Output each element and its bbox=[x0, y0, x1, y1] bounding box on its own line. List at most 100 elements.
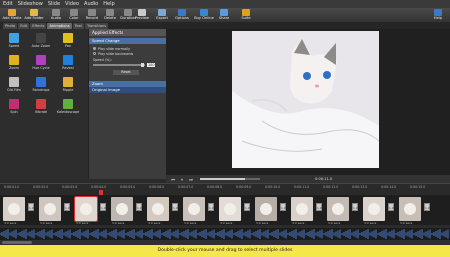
slide-thumbnail[interactable] bbox=[219, 197, 241, 221]
effect-pan[interactable]: Pan bbox=[57, 32, 79, 52]
toolbar-record-button[interactable]: Record bbox=[82, 8, 102, 22]
toolbar-help-button[interactable]: Help bbox=[428, 8, 448, 22]
tab-animations[interactable]: Animations bbox=[47, 22, 72, 29]
radio-icon[interactable] bbox=[93, 52, 96, 55]
slide-thumbnail[interactable] bbox=[39, 197, 61, 221]
timeline-tick: 0:00:03.0 bbox=[62, 185, 78, 189]
menu-item-slide[interactable]: Slide bbox=[48, 1, 60, 7]
menu-item-help[interactable]: Help bbox=[103, 1, 114, 7]
effect-vibrate[interactable]: Vibrate bbox=[30, 98, 52, 118]
cat-image bbox=[224, 203, 236, 215]
toolbar-color-button[interactable]: Color bbox=[64, 8, 84, 22]
scrollbar-thumb[interactable] bbox=[2, 241, 32, 244]
effect-reveal[interactable]: Reveal bbox=[57, 54, 79, 74]
transition-icon[interactable]: 1.0 bbox=[64, 203, 70, 211]
original-image-section[interactable]: Original Image bbox=[89, 87, 166, 93]
transition-icon[interactable]: 1.0 bbox=[388, 203, 394, 211]
cart-icon bbox=[200, 9, 208, 16]
toolbar-add-folder-button[interactable]: Add Folder bbox=[24, 8, 44, 22]
effect-raindrops[interactable]: Raindrops bbox=[30, 76, 52, 96]
transition-icon[interactable]: 1.0 bbox=[352, 203, 358, 211]
transition-icon[interactable]: 1.0 bbox=[28, 203, 34, 211]
slide-thumbnail[interactable] bbox=[327, 197, 349, 221]
transition-icon[interactable]: 1.0 bbox=[136, 203, 142, 211]
tab-photo[interactable]: Photo bbox=[3, 22, 18, 29]
effect-kaleidoscope[interactable]: Kaleidoscope bbox=[57, 98, 79, 118]
effect-label: Raindrops bbox=[32, 88, 50, 92]
applied-effects-title: Applied Effects bbox=[89, 29, 166, 36]
tab-text[interactable]: Text bbox=[72, 22, 84, 29]
toolbar-buy-online-button[interactable]: Buy Online bbox=[194, 8, 214, 22]
menu-item-slideshow[interactable]: Slideshow bbox=[18, 1, 43, 7]
slide-thumbnail[interactable] bbox=[183, 197, 205, 221]
toolbar-label: Share bbox=[218, 16, 230, 20]
timeline-ruler[interactable]: 0:00:01.0 0:00:02.0 0:00:03.0 0:00:04.0 0:00… bbox=[0, 183, 450, 195]
rewind-button[interactable]: ⏮ bbox=[170, 177, 176, 182]
tab-edit[interactable]: Edit bbox=[18, 22, 30, 29]
slide-thumbnail[interactable] bbox=[363, 197, 385, 221]
menu-item-video[interactable]: Video bbox=[65, 1, 79, 7]
effect-zoom[interactable]: Zoom bbox=[3, 54, 25, 74]
toolbar-export-button[interactable]: Export bbox=[152, 8, 172, 22]
slide-thumbnail[interactable] bbox=[399, 197, 421, 221]
speed-change-section[interactable]: Speed Change bbox=[89, 38, 166, 44]
slide-thumbnail[interactable] bbox=[111, 197, 133, 221]
toolbar-preview-button[interactable]: Preview bbox=[132, 8, 152, 22]
speed-slider-handle[interactable] bbox=[141, 62, 144, 67]
speed-slider[interactable] bbox=[93, 62, 145, 67]
transition-icon[interactable]: 1.0 bbox=[316, 203, 322, 211]
timeline-tick: 0:00:11.0 bbox=[294, 185, 310, 189]
speed-value-input[interactable]: 100 bbox=[147, 62, 156, 67]
effect-spin[interactable]: Spin bbox=[3, 98, 25, 118]
slide-thumbnail[interactable] bbox=[291, 197, 313, 221]
effect-label: Auto Zoom bbox=[31, 44, 51, 48]
effect-ripple[interactable]: Ripple bbox=[57, 76, 79, 96]
toolbar-audio-button[interactable]: Audio bbox=[46, 8, 66, 22]
toolbar-label: Suite bbox=[241, 16, 251, 20]
toolbar-suite-button[interactable]: Suite bbox=[236, 8, 256, 22]
slide-duration: 3.0 secs bbox=[328, 221, 341, 225]
reveal-icon bbox=[63, 55, 73, 65]
transition-icon[interactable]: 1.0 bbox=[424, 203, 430, 211]
preview-time: 0:00:11.0 bbox=[315, 177, 333, 181]
tab-transitions[interactable]: Transitions bbox=[84, 22, 109, 29]
playback-toolbar: ⏮ ⏸ ⏭ 0:00:11.0 bbox=[166, 175, 450, 183]
slide-duration: 3.0 secs bbox=[400, 221, 413, 225]
transition-icon[interactable]: 1.0 bbox=[172, 203, 178, 211]
effect-auto-zoom[interactable]: Auto Zoom bbox=[30, 32, 52, 52]
slide-thumbnail[interactable] bbox=[147, 197, 169, 221]
transition-icon[interactable]: 1.0 bbox=[100, 203, 106, 211]
transition-icon[interactable]: 1.0 bbox=[280, 203, 286, 211]
effect-speed[interactable]: Speed bbox=[3, 32, 25, 52]
forward-button[interactable]: ⏭ bbox=[188, 177, 194, 182]
audio-track[interactable] bbox=[0, 228, 450, 240]
status-bar: Double-click your mouse and drag to sele… bbox=[0, 245, 450, 257]
toolbar-add-media-button[interactable]: Add Media bbox=[2, 8, 22, 22]
slide-thumbnail[interactable] bbox=[3, 197, 25, 221]
play-pause-button[interactable]: ⏸ bbox=[179, 177, 185, 182]
effect-label: Vibrate bbox=[34, 110, 48, 114]
kaleidoscope-icon bbox=[63, 99, 73, 109]
reset-button[interactable]: Reset bbox=[113, 70, 139, 75]
toolbar-delete-button[interactable]: Delete bbox=[100, 8, 120, 22]
color-icon bbox=[70, 9, 78, 16]
toolbar-options-button[interactable]: Options bbox=[172, 8, 192, 22]
timeline-tick: 0:00:01.0 bbox=[4, 185, 20, 189]
seek-bar[interactable] bbox=[200, 178, 260, 180]
menu-item-edit[interactable]: Edit bbox=[3, 1, 13, 7]
slide-thumbnail[interactable] bbox=[74, 196, 98, 222]
toolbar-share-button[interactable]: Share bbox=[214, 8, 234, 22]
menu-item-audio[interactable]: Audio bbox=[84, 1, 98, 7]
transition-icon[interactable]: 1.0 bbox=[208, 203, 214, 211]
pan-icon bbox=[63, 33, 73, 43]
radio-selected-icon[interactable] bbox=[93, 47, 96, 50]
timeline-tick: 0:00:09.0 bbox=[236, 185, 252, 189]
effect-hue-cycle[interactable]: Hue Cycle bbox=[30, 54, 52, 74]
tab-effects[interactable]: Effects bbox=[30, 22, 47, 29]
play-backwards-option[interactable]: Play slide backwards bbox=[89, 51, 166, 56]
slide-thumbnail[interactable] bbox=[255, 197, 277, 221]
speed-slider-row: 100 bbox=[89, 62, 166, 67]
transition-icon[interactable]: 1.0 bbox=[244, 203, 250, 211]
effect-old-film[interactable]: Old Film bbox=[3, 76, 25, 96]
toolbar-label: Export bbox=[156, 16, 168, 20]
